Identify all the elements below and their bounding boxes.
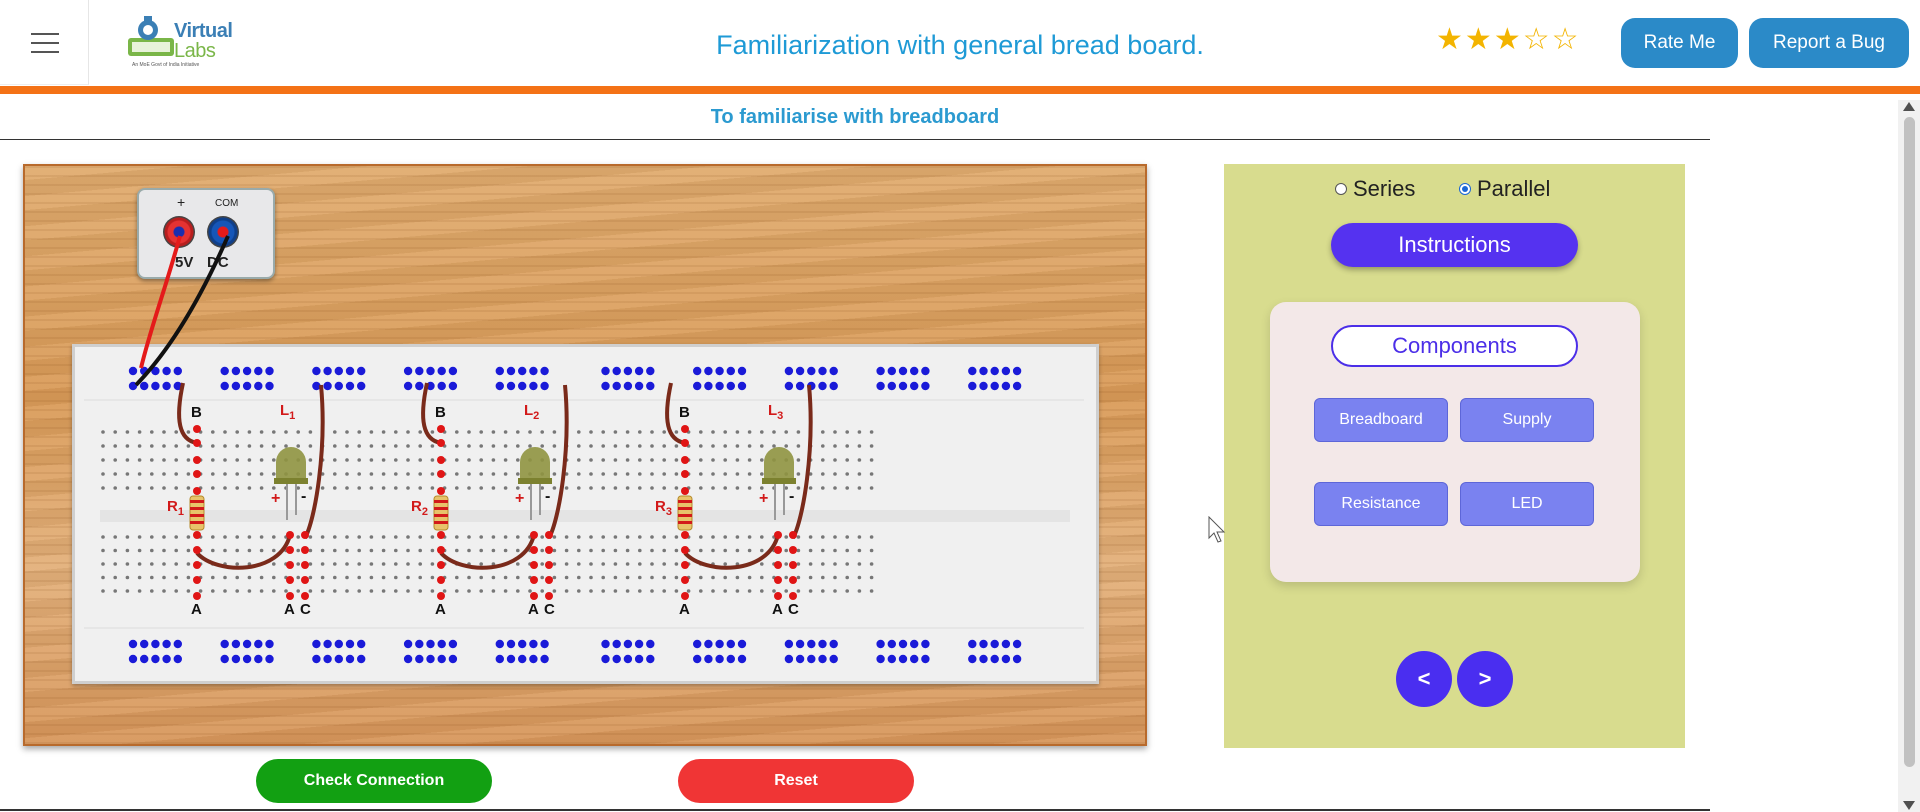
led-plus-label-text: +: [271, 490, 281, 507]
mouse-cursor-icon: [1208, 516, 1226, 543]
node-a-label-text: A: [528, 601, 539, 618]
supply-voltage-label: 5V: [175, 254, 194, 271]
radio-series[interactable]: Series: [1335, 176, 1415, 202]
led-label: L3: [768, 402, 783, 422]
node-b-label: B: [679, 404, 690, 421]
resistor-label-subscript: 2: [421, 506, 428, 518]
logo-tagline: An MoE Govt of India Initiative: [132, 62, 200, 68]
resistance-button[interactable]: Resistance: [1314, 482, 1448, 526]
led-plus-label-text: +: [515, 490, 525, 507]
node-a-label-text: A: [435, 601, 446, 618]
supply-plus-label: +: [177, 194, 186, 210]
instructions-button[interactable]: Instructions: [1331, 223, 1578, 267]
node-b-label-text: B: [191, 404, 202, 421]
components-title[interactable]: Components: [1331, 325, 1578, 367]
led-minus-label-text: -: [789, 488, 795, 505]
star-rating[interactable]: ★★★☆☆: [1436, 22, 1581, 57]
led-plus-label-text: +: [759, 490, 769, 507]
node-c-label: C: [544, 601, 555, 618]
divider-line: [0, 139, 1710, 140]
star-empty-icon[interactable]: ☆: [1523, 23, 1552, 56]
node-b-label: B: [191, 404, 202, 421]
report-bug-button[interactable]: Report a Bug: [1749, 18, 1909, 68]
scroll-thumb[interactable]: [1904, 117, 1915, 767]
led-label: L2: [524, 402, 539, 422]
divider-line: [0, 809, 1710, 811]
node-a-label: A: [528, 601, 539, 618]
led-minus-label-text: -: [545, 488, 551, 505]
node-a-label: A: [679, 601, 690, 618]
resistor-label: R1: [167, 498, 184, 518]
node-a-label-text: A: [679, 601, 690, 618]
node-c-label-text: C: [300, 601, 311, 618]
node-b-label: B: [435, 404, 446, 421]
power-supply[interactable]: + COM 5V DC: [137, 188, 275, 279]
node-c-label: C: [300, 601, 311, 618]
led-label-text: L: [280, 402, 290, 419]
experiment-subtitle: To familiarise with breadboard: [710, 106, 1000, 128]
node-a-label: A: [284, 601, 295, 618]
positive-terminal[interactable]: [163, 216, 195, 248]
led-button[interactable]: LED: [1460, 482, 1594, 526]
node-c-label: C: [788, 601, 799, 618]
rate-me-button[interactable]: Rate Me: [1621, 18, 1738, 68]
header-divider: [0, 86, 1920, 94]
led-label: L1: [280, 402, 295, 422]
node-a-label: A: [435, 601, 446, 618]
prev-button[interactable]: <: [1396, 651, 1452, 707]
com-terminal[interactable]: [207, 216, 239, 248]
led-label-subscript: 3: [777, 410, 784, 422]
radio-parallel-label: Parallel: [1477, 176, 1551, 201]
vertical-scrollbar[interactable]: [1898, 100, 1920, 812]
node-a-label-text: A: [284, 601, 295, 618]
led-minus-label: -: [301, 488, 306, 506]
resistor-label: R2: [411, 498, 428, 518]
supply-button[interactable]: Supply: [1460, 398, 1594, 442]
node-a-label-text: A: [772, 601, 783, 618]
star-filled-icon[interactable]: ★: [1494, 23, 1523, 56]
next-button[interactable]: >: [1457, 651, 1513, 707]
led-label-subscript: 2: [533, 410, 540, 422]
node-b-label-text: B: [679, 404, 690, 421]
led-plus-label: +: [515, 490, 524, 508]
radio-series-label: Series: [1353, 176, 1416, 201]
check-connection-button[interactable]: Check Connection: [256, 759, 492, 803]
radio-parallel-indicator[interactable]: [1459, 183, 1471, 195]
star-empty-icon[interactable]: ☆: [1552, 23, 1581, 56]
node-c-label-text: C: [544, 601, 555, 618]
led-minus-label: -: [789, 488, 794, 506]
resistor-label-text: R: [655, 498, 666, 515]
star-filled-icon[interactable]: ★: [1436, 23, 1465, 56]
led-label-text: L: [524, 402, 534, 419]
supply-com-label: COM: [215, 198, 239, 209]
led-plus-label: +: [271, 490, 280, 508]
scroll-up-arrow-icon[interactable]: [1903, 102, 1915, 111]
breadboard-button[interactable]: Breadboard: [1314, 398, 1448, 442]
node-a-label: A: [772, 601, 783, 618]
scroll-down-arrow-icon[interactable]: [1903, 801, 1915, 810]
node-b-label-text: B: [435, 404, 446, 421]
radio-parallel[interactable]: Parallel: [1459, 176, 1550, 202]
resistor-label-text: R: [167, 498, 178, 515]
radio-series-indicator[interactable]: [1335, 183, 1347, 195]
node-a-label: A: [191, 601, 202, 618]
led-minus-label-text: -: [301, 488, 307, 505]
supply-dc-label: DC: [207, 254, 229, 271]
led-minus-label: -: [545, 488, 550, 506]
led-label-subscript: 1: [289, 410, 296, 422]
node-c-label-text: C: [788, 601, 799, 618]
star-filled-icon[interactable]: ★: [1465, 23, 1494, 56]
resistor-label-text: R: [411, 498, 422, 515]
led-label-text: L: [768, 402, 778, 419]
led-plus-label: +: [759, 490, 768, 508]
resistor-label-subscript: 3: [665, 506, 672, 518]
resistor-label: R3: [655, 498, 672, 518]
breadboard[interactable]: [72, 344, 1099, 684]
reset-button[interactable]: Reset: [678, 759, 914, 803]
node-a-label-text: A: [191, 601, 202, 618]
resistor-label-subscript: 1: [177, 506, 184, 518]
